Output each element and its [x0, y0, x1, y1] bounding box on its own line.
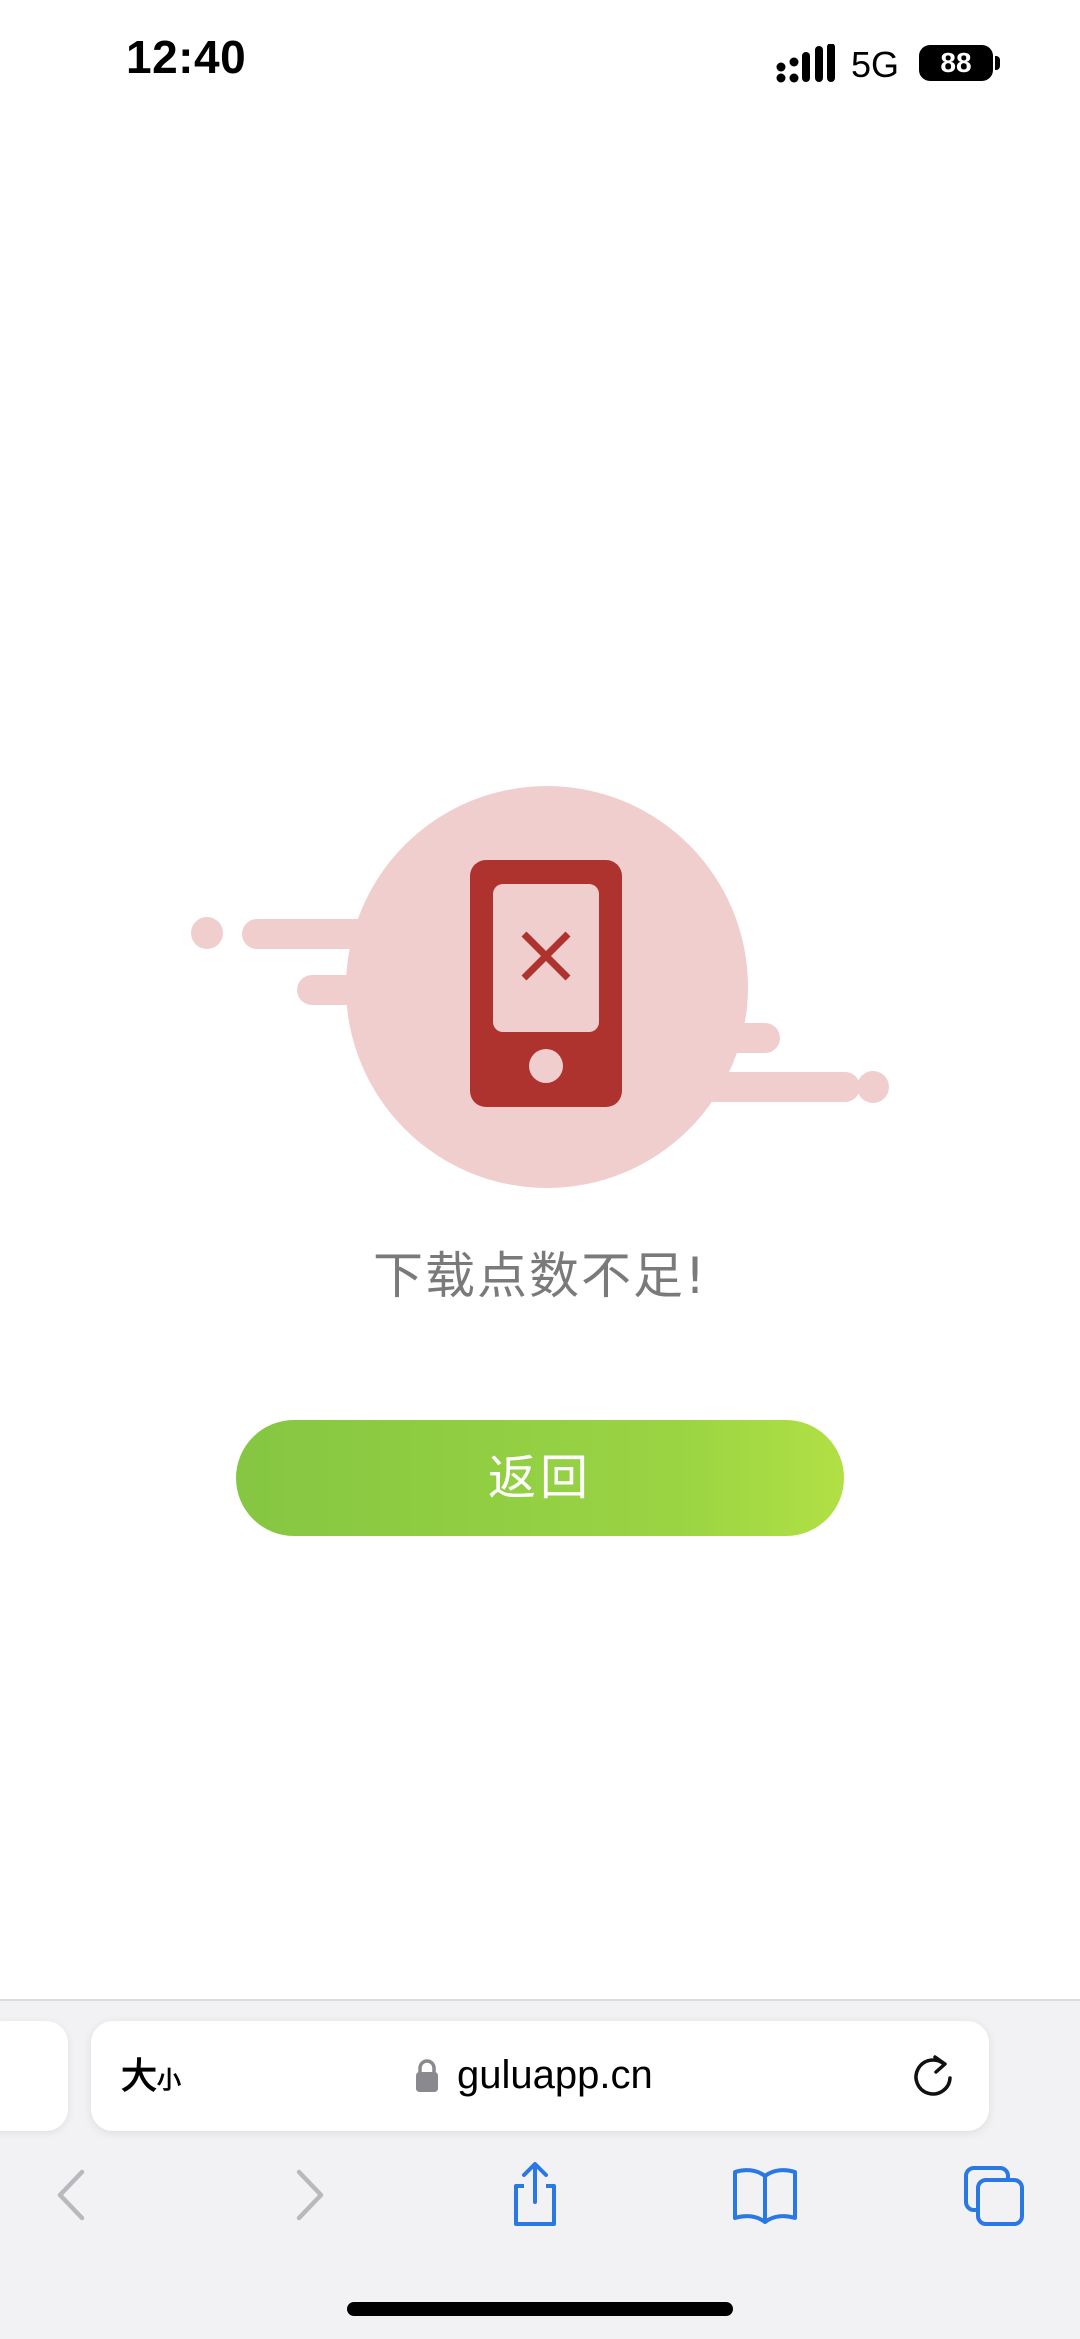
url-text[interactable]: guluapp.cn [457, 2045, 653, 2105]
text-size-small-label: 小 [157, 2066, 182, 2094]
book-icon[interactable] [730, 2162, 800, 2228]
address-bar[interactable]: 大小 guluapp.cn [91, 2021, 989, 2131]
status-bar: 12:40 5G 88 [0, 0, 1080, 130]
back-button[interactable]: 返回 [236, 1420, 844, 1536]
chevron-left-icon[interactable] [38, 2162, 108, 2228]
chevron-right-icon[interactable] [273, 2162, 343, 2228]
phone-error-illustration [191, 786, 889, 1188]
text-size-button[interactable]: 大小 [121, 2049, 181, 2105]
speed-dot-left [191, 917, 223, 949]
battery-indicator: 88 [919, 45, 993, 81]
lock-icon [416, 2059, 438, 2092]
battery-tip [995, 56, 1000, 70]
tabs-icon[interactable] [960, 2162, 1030, 2228]
error-message: 下载点数不足! [372, 1247, 708, 1305]
status-time: 12:40 [126, 31, 247, 83]
text-size-big-label: 大 [121, 2056, 158, 2097]
phone-home-button [529, 1049, 563, 1083]
reload-icon[interactable] [909, 2051, 957, 2101]
network-type: 5G [851, 44, 900, 85]
home-indicator [347, 2302, 733, 2316]
speed-dot-right [857, 1071, 889, 1103]
signal-bars-icon [776, 44, 835, 83]
previous-tab-preview[interactable] [0, 2021, 68, 2131]
share-icon[interactable] [500, 2162, 570, 2228]
